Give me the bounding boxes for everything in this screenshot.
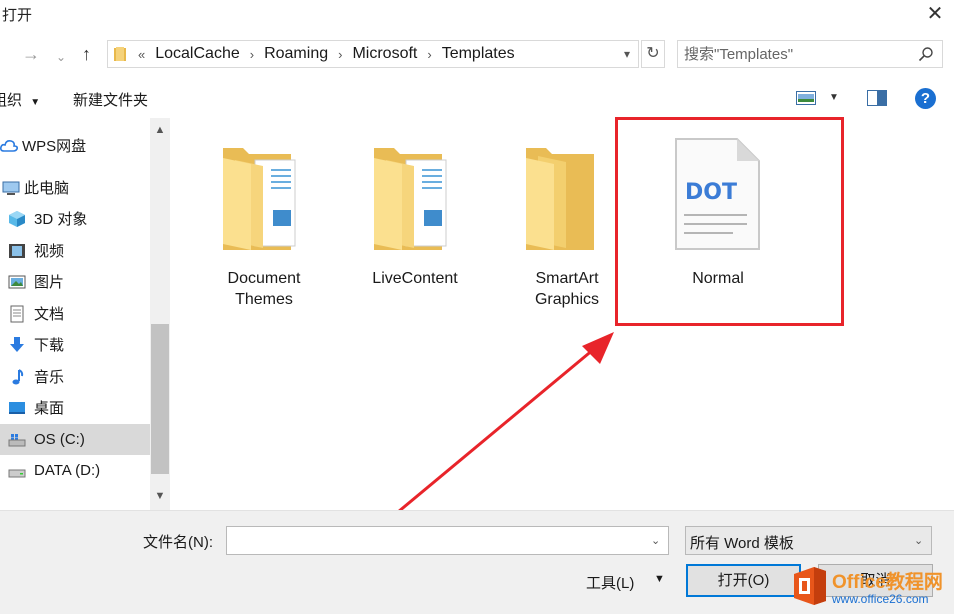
caret-down-icon: ▼ xyxy=(30,97,41,108)
filetype-select[interactable]: 所有 Word 模板 ⌄ xyxy=(685,526,932,555)
watermark-url: www.office26.com xyxy=(832,592,929,606)
breadcrumb-item[interactable]: Microsoft xyxy=(352,45,417,63)
file-name-line: Document xyxy=(227,270,301,287)
nav-item-label: 视频 xyxy=(34,243,65,260)
3d-objects-icon xyxy=(9,210,25,227)
help-icon[interactable]: ? xyxy=(915,88,936,109)
drive-icon xyxy=(8,433,26,446)
view-mode-icon[interactable] xyxy=(796,91,816,105)
search-input[interactable] xyxy=(684,44,904,64)
desktop-icon xyxy=(9,401,25,414)
up-arrow-icon[interactable]: ↑ xyxy=(82,44,91,64)
view-dropdown-icon[interactable]: ▼ xyxy=(829,92,839,103)
nav-item-label: 桌面 xyxy=(34,400,65,417)
address-bar[interactable]: « LocalCache › Roaming › Microsoft › Tem… xyxy=(107,40,639,68)
nav-item-desktop[interactable]: 桌面 xyxy=(0,392,150,423)
nav-item-music[interactable]: 音乐 xyxy=(0,361,150,392)
nav-item-label: 音乐 xyxy=(34,369,65,386)
new-folder-button[interactable]: 新建文件夹 xyxy=(73,89,148,110)
organize-label: 组织 xyxy=(0,92,23,109)
navigation-pane: WPS网盘 此电脑 3D 对象 视频 图片 文档 下载 音乐 桌面 OS (C:… xyxy=(0,118,170,510)
chevron-right-icon[interactable]: › xyxy=(427,47,431,62)
filename-field[interactable]: ⌄ xyxy=(226,526,669,555)
caret-down-icon[interactable]: ▼ xyxy=(654,573,665,585)
close-icon[interactable]: ✕ xyxy=(924,3,946,25)
chevron-down-icon[interactable]: ⌄ xyxy=(914,534,923,547)
chevron-down-icon[interactable]: ⌄ xyxy=(651,534,660,547)
watermark-title: Office教程网 xyxy=(832,572,943,593)
search-box[interactable] xyxy=(677,40,943,68)
office-logo-icon xyxy=(794,567,826,605)
folder-document-themes[interactable]: Document Themes xyxy=(209,128,319,308)
cloud-icon xyxy=(0,139,18,152)
drive-icon xyxy=(8,469,26,477)
organize-menu[interactable]: 组织 ▼ xyxy=(0,89,40,110)
file-name-line: SmartArt xyxy=(535,270,599,287)
nav-item-label: 此电脑 xyxy=(24,180,70,197)
computer-icon xyxy=(2,181,20,195)
nav-item-videos[interactable]: 视频 xyxy=(0,235,150,266)
folder-smartart-graphics[interactable]: SmartArt Graphics xyxy=(512,128,622,308)
nav-item-data-d[interactable]: DATA (D:) xyxy=(0,455,150,486)
scroll-up-icon[interactable]: ▲ xyxy=(150,120,170,140)
download-icon xyxy=(10,336,24,352)
title-bar: 打开 ✕ xyxy=(0,0,954,30)
recent-dropdown-icon[interactable]: ⌄ xyxy=(56,47,66,67)
documents-icon xyxy=(10,305,24,322)
folder-icon xyxy=(223,148,296,250)
window-title: 打开 xyxy=(2,7,33,24)
nav-item-label: WPS网盘 xyxy=(22,138,87,155)
chevron-right-icon[interactable]: › xyxy=(250,47,254,62)
file-name: SmartArt Graphics xyxy=(512,268,622,310)
refresh-icon[interactable]: ↻ xyxy=(641,40,665,68)
breadcrumb-item[interactable]: Roaming xyxy=(264,45,328,63)
breadcrumb-item[interactable]: Templates xyxy=(442,45,515,63)
highlight-box xyxy=(615,117,844,326)
music-icon xyxy=(12,368,24,384)
preview-pane-icon[interactable] xyxy=(867,90,887,106)
nav-scrollbar[interactable]: ▲ ▼ xyxy=(150,118,170,510)
chevron-down-icon[interactable]: ▾ xyxy=(618,43,636,65)
nav-item-documents[interactable]: 文档 xyxy=(0,298,150,329)
nav-item-os-c[interactable]: OS (C:) xyxy=(0,424,150,455)
tools-menu[interactable]: 工具(L) xyxy=(586,572,634,593)
folder-icon xyxy=(374,148,447,250)
breadcrumb-item[interactable]: LocalCache xyxy=(155,45,240,63)
nav-item-label: DATA (D:) xyxy=(34,462,101,479)
nav-item-label: 文档 xyxy=(34,306,65,323)
nav-item-wps-cloud[interactable]: WPS网盘 xyxy=(0,130,150,161)
nav-item-label: OS (C:) xyxy=(34,431,85,448)
video-icon xyxy=(9,243,25,258)
file-name-line: Themes xyxy=(235,291,293,308)
chevron-right-icon[interactable]: › xyxy=(338,47,342,62)
folder-icon xyxy=(114,47,126,61)
folder-icon xyxy=(526,148,594,250)
nav-item-label: 3D 对象 xyxy=(34,211,88,228)
nav-item-3d-objects[interactable]: 3D 对象 xyxy=(0,203,150,234)
breadcrumb-overflow[interactable]: « xyxy=(138,47,145,62)
breadcrumb: « LocalCache › Roaming › Microsoft › Tem… xyxy=(138,45,515,63)
nav-item-label: 图片 xyxy=(34,274,65,291)
file-name-line: LiveContent xyxy=(372,270,458,287)
watermark: Office教程网 www.office26.com xyxy=(788,562,954,614)
pictures-icon xyxy=(8,275,26,288)
folder-livecontent[interactable]: LiveContent xyxy=(360,128,470,308)
filename-input[interactable] xyxy=(231,530,641,550)
filename-label: 文件名(N): xyxy=(143,534,213,551)
nav-item-downloads[interactable]: 下载 xyxy=(0,329,150,360)
file-name: Document Themes xyxy=(209,268,319,310)
back-arrow-icon[interactable]: → xyxy=(22,44,40,64)
file-name-line: Graphics xyxy=(534,291,600,308)
scroll-down-icon[interactable]: ▼ xyxy=(150,486,170,506)
nav-item-this-pc[interactable]: 此电脑 xyxy=(0,172,150,203)
file-name: LiveContent xyxy=(360,268,470,289)
open-button[interactable]: 打开(O) xyxy=(686,564,801,597)
filetype-value: 所有 Word 模板 xyxy=(690,535,794,552)
nav-item-label: 下载 xyxy=(34,337,65,354)
search-icon[interactable] xyxy=(918,46,934,62)
nav-item-pictures[interactable]: 图片 xyxy=(0,266,150,297)
scrollbar-thumb[interactable] xyxy=(151,324,169,474)
